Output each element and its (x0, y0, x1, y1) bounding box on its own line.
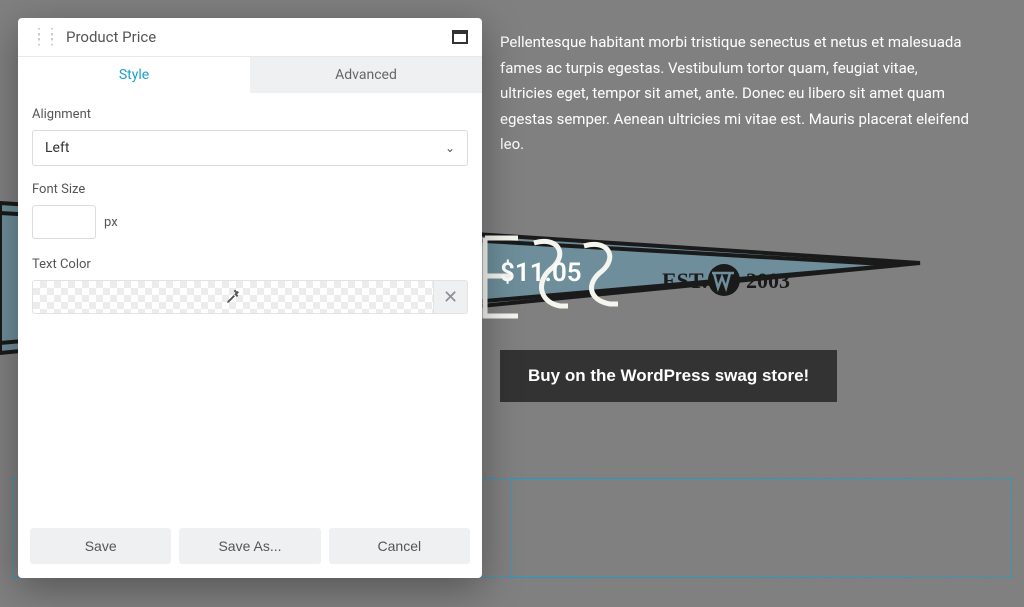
panel-title: Product Price (64, 28, 446, 46)
panel-header: ⋮⋮⋮⋮ Product Price (18, 18, 482, 57)
alignment-dropdown[interactable]: Left ⌄ (32, 130, 468, 166)
product-description: Pellentesque habitant morbi tristique se… (500, 30, 970, 158)
drag-handle-icon[interactable]: ⋮⋮⋮⋮ (32, 31, 58, 44)
panel-tabs: Style Advanced (18, 57, 482, 93)
fontsize-unit: px (104, 215, 118, 230)
product-description-area: Pellentesque habitant morbi tristique se… (500, 30, 970, 158)
save-button[interactable]: Save (30, 528, 171, 564)
alignment-label: Alignment (32, 107, 468, 122)
product-price: $11.05 (500, 258, 582, 288)
buy-button[interactable]: Buy on the WordPress swag store! (500, 350, 837, 402)
eyedropper-icon (225, 289, 241, 305)
fontsize-label: Font Size (32, 182, 468, 197)
tab-advanced[interactable]: Advanced (250, 57, 482, 93)
alignment-value: Left (45, 140, 69, 156)
chevron-down-icon: ⌄ (445, 141, 455, 155)
panel-body: Alignment Left ⌄ Font Size px Text Color… (18, 93, 482, 516)
color-picker-swatch[interactable] (32, 280, 434, 314)
fontsize-input[interactable] (32, 205, 96, 239)
cancel-button[interactable]: Cancel (329, 528, 470, 564)
save-as-button[interactable]: Save As... (179, 528, 320, 564)
maximize-icon[interactable] (452, 30, 468, 44)
tab-style[interactable]: Style (18, 57, 250, 93)
settings-panel: ⋮⋮⋮⋮ Product Price Style Advanced Alignm… (18, 18, 482, 578)
textcolor-label: Text Color (32, 257, 468, 272)
panel-footer: Save Save As... Cancel (18, 516, 482, 578)
clear-color-button[interactable]: ✕ (434, 280, 468, 314)
layout-dropzone-right[interactable] (510, 478, 1012, 578)
close-icon: ✕ (443, 287, 458, 308)
